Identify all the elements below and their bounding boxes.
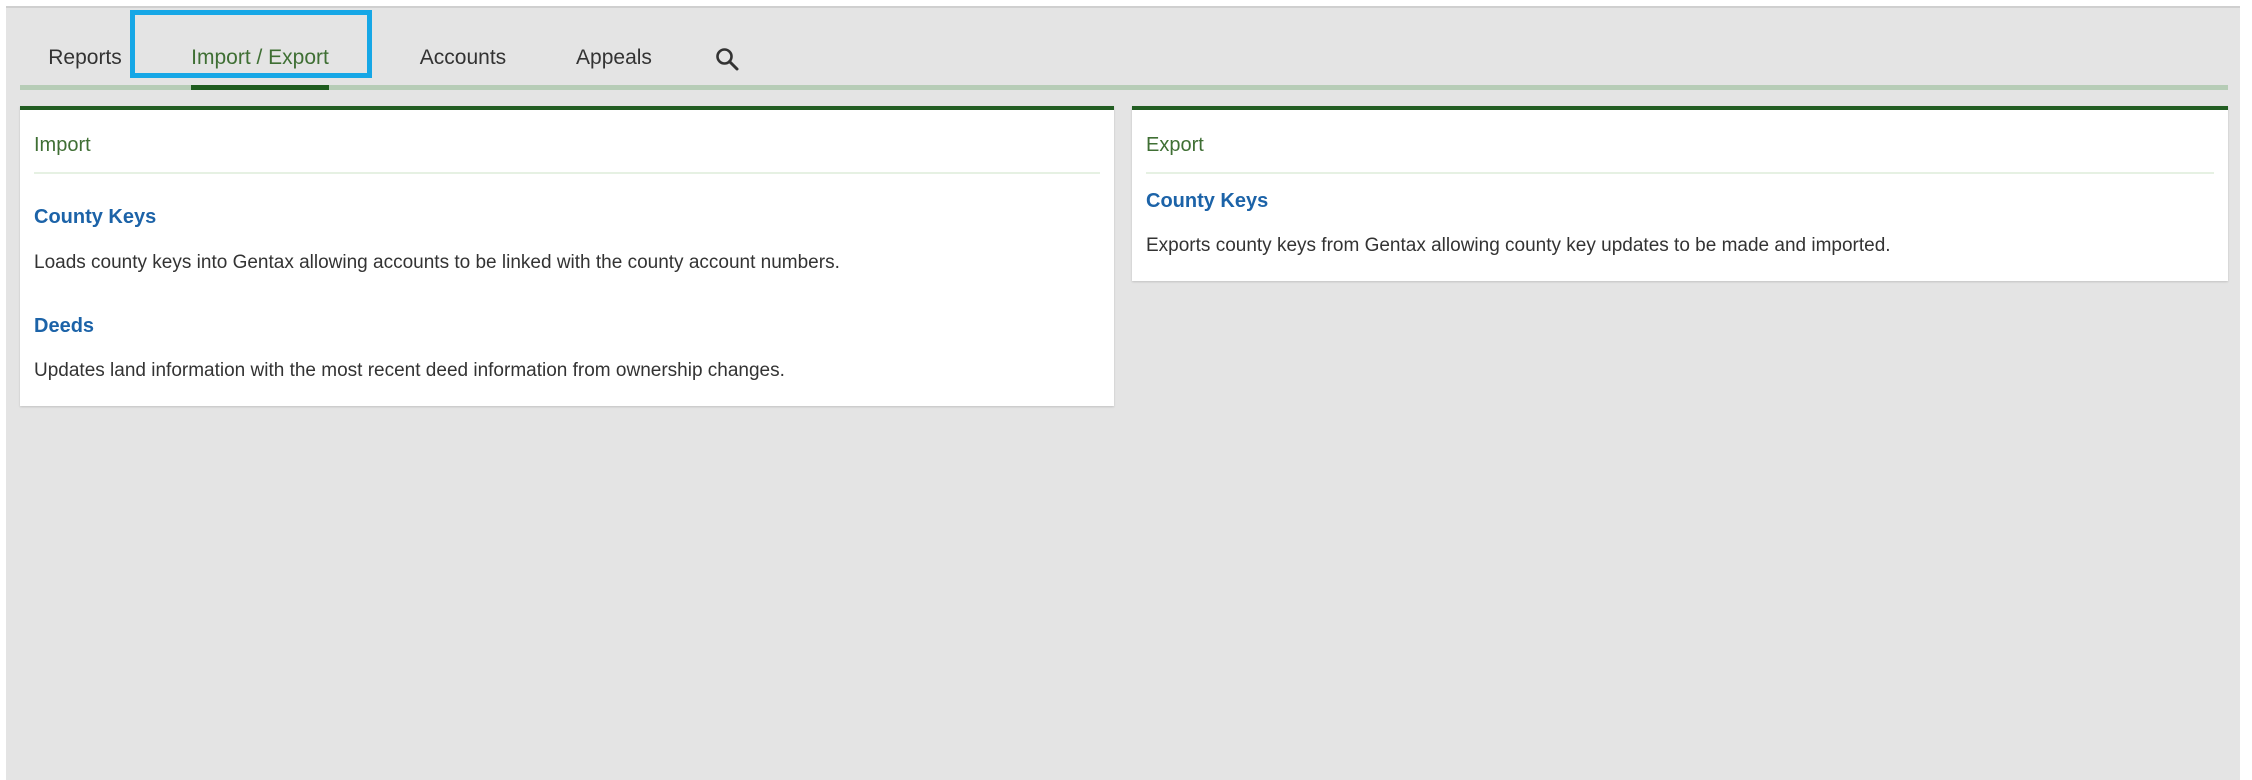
tab-accounts[interactable]: Accounts: [408, 26, 518, 90]
county-keys-export-description: Exports county keys from Gentax allowing…: [1146, 235, 1891, 256]
tab-label: Reports: [48, 46, 122, 69]
deeds-import-link[interactable]: Deeds: [34, 315, 94, 338]
panel-title: Export: [1146, 134, 1204, 156]
tab-label: Accounts: [419, 46, 507, 69]
county-keys-import-link[interactable]: County Keys: [34, 206, 156, 229]
tab-focus-highlight: [130, 10, 372, 78]
active-tab-indicator: [191, 85, 329, 90]
search-icon[interactable]: [714, 46, 740, 72]
divider: [1146, 172, 2214, 174]
panel-title: Import: [34, 134, 91, 156]
deeds-import-description: Updates land information with the most r…: [34, 360, 785, 381]
county-keys-export-link[interactable]: County Keys: [1146, 190, 1268, 213]
import-panel: Import County Keys Loads county keys int…: [20, 106, 1114, 406]
export-panel: Export County Keys Exports county keys f…: [1132, 106, 2228, 281]
county-keys-import-description: Loads county keys into Gentax allowing a…: [34, 252, 840, 273]
tab-label: Appeals: [576, 46, 652, 69]
tab-reports[interactable]: Reports: [40, 26, 130, 90]
divider: [34, 172, 1100, 174]
tab-appeals[interactable]: Appeals: [566, 26, 662, 90]
app-container: Reports Import / Export Accounts Appeals…: [6, 6, 2240, 780]
